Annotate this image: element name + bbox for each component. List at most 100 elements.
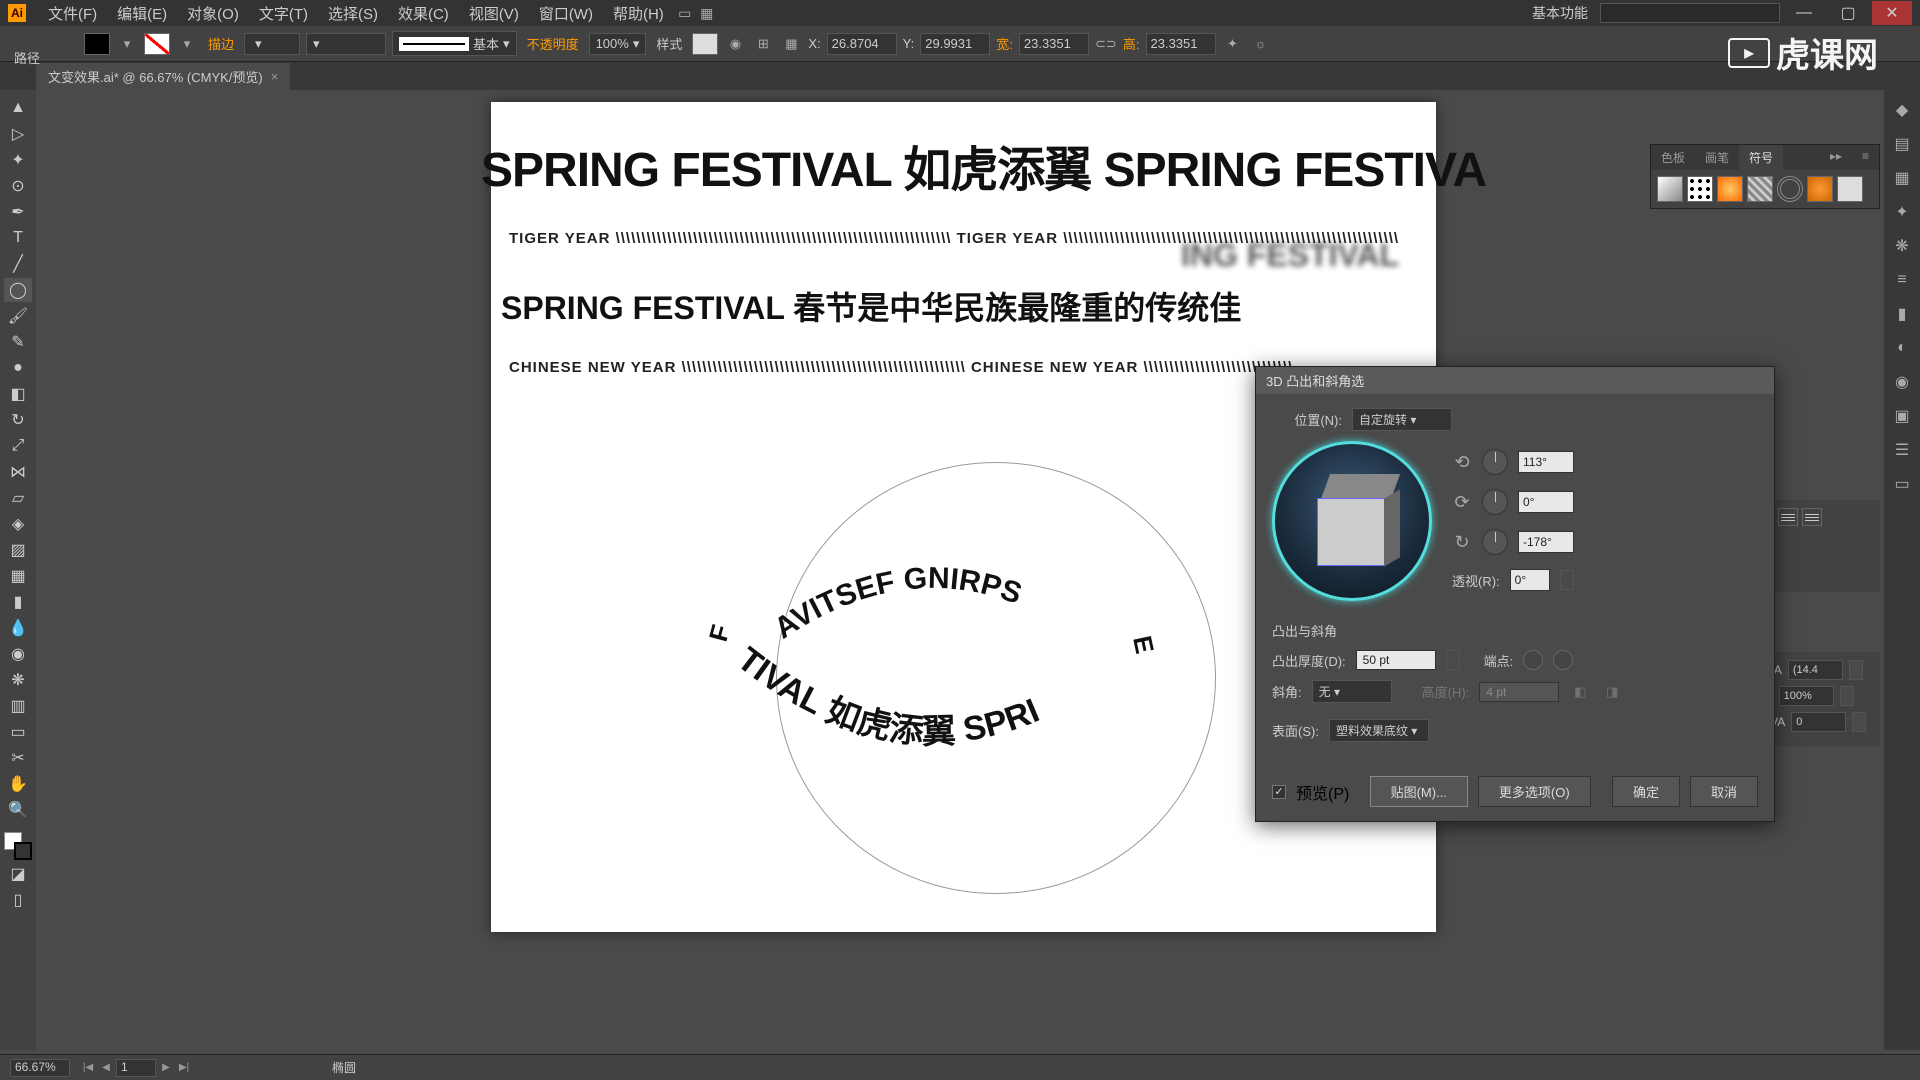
- panel-tab-brushes[interactable]: 画笔: [1695, 145, 1739, 170]
- pen-tool-icon[interactable]: ✒: [4, 200, 32, 224]
- eyedropper-tool-icon[interactable]: 💧: [4, 616, 32, 640]
- dock-brushes-icon[interactable]: ✦: [1890, 200, 1914, 224]
- blend-tool-icon[interactable]: ◉: [4, 642, 32, 666]
- cancel-button[interactable]: 取消: [1690, 776, 1758, 807]
- menu-window[interactable]: 窗口(W): [529, 3, 603, 24]
- dock-symbols-icon[interactable]: ❋: [1890, 234, 1914, 258]
- dock-appearance-icon[interactable]: ◉: [1890, 370, 1914, 394]
- blob-brush-tool-icon[interactable]: ●: [4, 356, 32, 380]
- tab-close-icon[interactable]: ×: [271, 69, 279, 84]
- last-artboard-icon[interactable]: ▶|: [176, 1060, 192, 1076]
- artboard-number-input[interactable]: 1: [116, 1059, 156, 1077]
- lasso-tool-icon[interactable]: ⊙: [4, 174, 32, 198]
- eraser-tool-icon[interactable]: ◧: [4, 382, 32, 406]
- menu-effect[interactable]: 效果(C): [388, 3, 459, 24]
- fill-stroke-colors[interactable]: [4, 832, 32, 860]
- w-input[interactable]: [1019, 33, 1089, 55]
- dock-transparency-icon[interactable]: ◐: [1890, 336, 1914, 360]
- recolor-icon[interactable]: ◉: [724, 33, 746, 55]
- ok-button[interactable]: 确定: [1612, 776, 1680, 807]
- rotate-y-dial[interactable]: [1482, 489, 1508, 515]
- arrange-icon[interactable]: ▦: [696, 2, 718, 24]
- dock-layers-icon[interactable]: ☰: [1890, 438, 1914, 462]
- hscale-input[interactable]: [1779, 686, 1834, 706]
- justify-all-icon[interactable]: [1802, 508, 1822, 526]
- panel-tab-symbols[interactable]: 符号: [1739, 145, 1783, 170]
- first-artboard-icon[interactable]: |◀: [80, 1060, 96, 1076]
- stroke-weight-input[interactable]: ▾: [244, 33, 300, 55]
- line-tool-icon[interactable]: ╱: [4, 252, 32, 276]
- panel-collapse-icon[interactable]: ▸▸: [1820, 145, 1852, 170]
- extrude-depth-input[interactable]: [1356, 650, 1436, 670]
- paintbrush-tool-icon[interactable]: 🖌: [4, 304, 32, 328]
- tracking-stepper[interactable]: [1852, 712, 1866, 732]
- width-tool-icon[interactable]: ⋈: [4, 460, 32, 484]
- stroke-color-box[interactable]: [14, 842, 32, 860]
- more-options-button[interactable]: 更多选项(O): [1478, 776, 1591, 807]
- search-input[interactable]: [1600, 3, 1780, 23]
- symbol-swatch-4[interactable]: [1747, 176, 1773, 202]
- pencil-tool-icon[interactable]: ✎: [4, 330, 32, 354]
- hscale-stepper[interactable]: [1840, 686, 1854, 706]
- type-tool-icon[interactable]: T: [4, 226, 32, 250]
- isolate-icon[interactable]: ☼: [1250, 33, 1272, 55]
- surface-dropdown[interactable]: 塑料效果底纹 ▾: [1329, 719, 1429, 742]
- rotate-tool-icon[interactable]: ↻: [4, 408, 32, 432]
- stroke-dropdown-icon[interactable]: ▾: [176, 33, 198, 55]
- stroke-swatch[interactable]: [144, 33, 170, 55]
- tracking-input[interactable]: [1791, 712, 1846, 732]
- dock-swatches-icon[interactable]: ▦: [1890, 166, 1914, 190]
- dock-stroke-icon[interactable]: ≡: [1890, 268, 1914, 292]
- mesh-tool-icon[interactable]: ▦: [4, 564, 32, 588]
- magic-wand-tool-icon[interactable]: ✦: [4, 148, 32, 172]
- close-icon[interactable]: ✕: [1872, 1, 1912, 25]
- map-art-button[interactable]: 贴图(M)...: [1370, 776, 1468, 807]
- bridge-icon[interactable]: ▭: [674, 2, 696, 24]
- hand-tool-icon[interactable]: ✋: [4, 772, 32, 796]
- symbol-swatch-6[interactable]: [1807, 176, 1833, 202]
- stroke-style-dropdown[interactable]: 基本▾: [392, 31, 517, 56]
- rotation-cube-preview[interactable]: [1272, 441, 1432, 601]
- rotate-z-dial[interactable]: [1482, 529, 1508, 555]
- fill-dropdown-icon[interactable]: ▾: [116, 33, 138, 55]
- h-input[interactable]: [1146, 33, 1216, 55]
- maximize-icon[interactable]: ▢: [1828, 1, 1868, 25]
- menu-view[interactable]: 视图(V): [459, 3, 529, 24]
- direct-selection-tool-icon[interactable]: ▷: [4, 122, 32, 146]
- minimize-icon[interactable]: ―: [1784, 1, 1824, 25]
- opacity-label[interactable]: 不透明度: [527, 34, 579, 53]
- bevel-dropdown[interactable]: 无 ▾: [1312, 680, 1392, 703]
- menu-select[interactable]: 选择(S): [318, 3, 388, 24]
- symbol-swatch-5[interactable]: [1777, 176, 1803, 202]
- free-transform-tool-icon[interactable]: ▱: [4, 486, 32, 510]
- justify-right-icon[interactable]: [1778, 508, 1798, 526]
- rotate-x-dial[interactable]: [1482, 449, 1508, 475]
- transform-icon[interactable]: ▦: [780, 33, 802, 55]
- menu-file[interactable]: 文件(F): [38, 3, 107, 24]
- graph-tool-icon[interactable]: ▥: [4, 694, 32, 718]
- y-input[interactable]: [920, 33, 990, 55]
- workspace-switcher[interactable]: 基本功能: [1532, 3, 1588, 23]
- opacity-input[interactable]: 100%▾: [589, 33, 647, 55]
- extrude-stepper[interactable]: [1446, 650, 1460, 670]
- symbol-swatch-2[interactable]: [1687, 176, 1713, 202]
- symbol-swatch-7[interactable]: [1837, 176, 1863, 202]
- zoom-input[interactable]: 66.67%: [10, 1059, 70, 1077]
- symbol-sprayer-tool-icon[interactable]: ❋: [4, 668, 32, 692]
- brush-dropdown[interactable]: ▾: [306, 33, 386, 55]
- link-wh-icon[interactable]: ⊂⊃: [1095, 33, 1117, 55]
- symbol-swatch-1[interactable]: [1657, 176, 1683, 202]
- align-icon[interactable]: ⊞: [752, 33, 774, 55]
- cap-on-icon[interactable]: [1523, 650, 1543, 670]
- rotate-x-input[interactable]: [1518, 451, 1574, 473]
- leading-input[interactable]: [1788, 660, 1843, 680]
- prev-artboard-icon[interactable]: ◀: [98, 1060, 114, 1076]
- x-input[interactable]: [827, 33, 897, 55]
- stroke-label[interactable]: 描边: [208, 34, 234, 53]
- panel-tab-swatches[interactable]: 色板: [1651, 145, 1695, 170]
- screen-mode-icon[interactable]: ▯: [4, 888, 32, 912]
- menu-object[interactable]: 对象(O): [177, 3, 249, 24]
- artboard-tool-icon[interactable]: ▭: [4, 720, 32, 744]
- next-artboard-icon[interactable]: ▶: [158, 1060, 174, 1076]
- zoom-tool-icon[interactable]: 🔍: [4, 798, 32, 822]
